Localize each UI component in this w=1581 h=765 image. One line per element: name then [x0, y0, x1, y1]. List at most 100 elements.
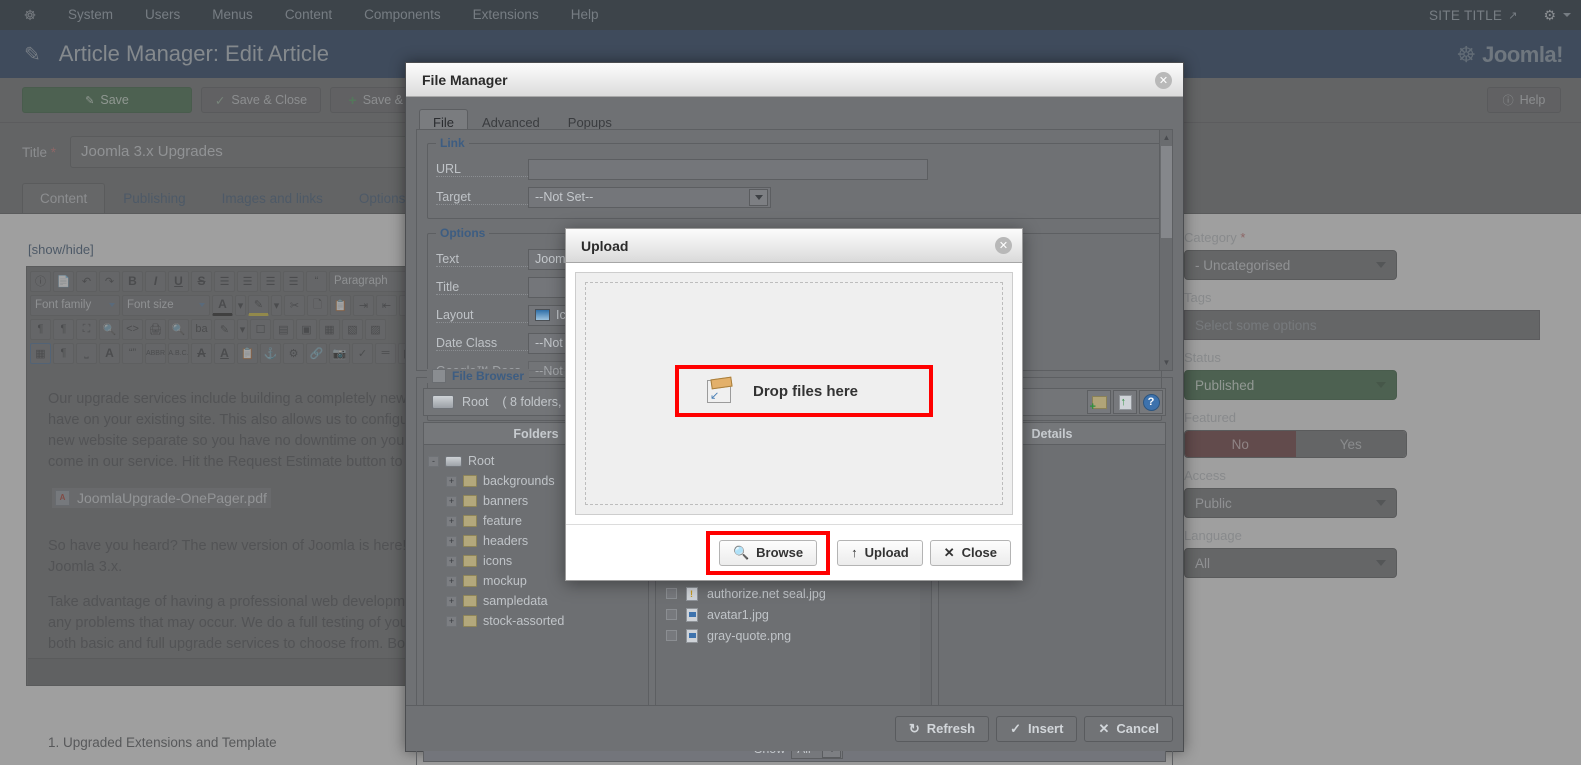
row-checkbox[interactable] [666, 609, 677, 620]
list-item[interactable]: gray-quote.png [656, 625, 920, 646]
source-code-icon[interactable]: <> [122, 318, 143, 340]
tree-node-sampledata[interactable]: + sampledata [428, 591, 644, 611]
category-select[interactable]: - Uncategorised [1184, 250, 1397, 280]
image-icon[interactable]: 📷 [329, 342, 350, 364]
font-size-select[interactable]: Font size [122, 294, 210, 316]
expand-icon[interactable]: + [446, 575, 457, 587]
fullscreen-icon[interactable]: ⛶ [76, 318, 97, 340]
paste-icon[interactable]: 📋 [330, 294, 351, 316]
chevron-down-icon[interactable]: ▾ [237, 318, 248, 340]
upload-button[interactable]: ↑ Upload [837, 539, 923, 566]
close-icon[interactable]: ✕ [1155, 72, 1172, 89]
target-select[interactable]: --Not Set-- [528, 186, 771, 208]
chevron-down-icon[interactable]: ▾ [235, 294, 246, 316]
help-icon[interactable]: ⓘ [30, 270, 51, 292]
chevron-down-icon[interactable] [749, 188, 768, 206]
menu-item-content[interactable]: Content [269, 0, 348, 30]
underline-icon[interactable]: U [168, 270, 189, 292]
table-row-icon[interactable]: ▤ [273, 318, 294, 340]
replace-icon[interactable]: ba [191, 318, 212, 340]
close-icon[interactable]: ✕ [995, 237, 1012, 254]
expand-icon[interactable]: + [446, 475, 457, 487]
list-item[interactable]: avatar1.jpg [656, 604, 920, 625]
acronym-icon[interactable]: A.B.C. [168, 342, 189, 364]
abbr-icon[interactable]: ABBR [145, 342, 166, 364]
expand-icon[interactable]: + [446, 555, 457, 567]
cut-icon[interactable]: ✂ [284, 294, 305, 316]
table-insert-col-icon[interactable]: ▧ [342, 318, 363, 340]
align-justify-icon[interactable]: ☰ [214, 270, 235, 292]
font-style-icon[interactable]: A [99, 342, 120, 364]
expand-icon[interactable]: + [446, 595, 457, 607]
redo-icon[interactable]: ↷ [99, 270, 120, 292]
chevron-down-icon[interactable]: ▼ [1161, 356, 1172, 369]
site-title-link[interactable]: SITE TITLE [1429, 8, 1502, 23]
help-button[interactable]: ⓘ Help [1487, 87, 1561, 113]
expand-icon[interactable]: + [446, 535, 457, 547]
new-document-icon[interactable]: 📄 [53, 270, 74, 292]
cancel-button[interactable]: ✕ Cancel [1084, 715, 1173, 742]
undo-icon[interactable]: ↶ [76, 270, 97, 292]
featured-yes-button[interactable]: Yes [1295, 431, 1406, 457]
edit-image-icon[interactable]: ✎ [214, 318, 235, 340]
unlink-icon[interactable]: ⚙ [283, 342, 304, 364]
strikethrough-icon[interactable]: S [191, 270, 212, 292]
row-checkbox[interactable] [666, 588, 677, 599]
table-delete-row-icon[interactable]: ▨ [365, 318, 386, 340]
align-center-icon[interactable]: ☰ [237, 270, 258, 292]
template-icon[interactable]: 📋 [237, 342, 258, 364]
table-cell-icon[interactable]: ▣ [296, 318, 317, 340]
status-select[interactable]: Published [1184, 370, 1397, 400]
visual-blocks-icon[interactable]: ▦ [30, 342, 51, 364]
pilcrow-icon[interactable]: ¶ [53, 342, 74, 364]
horizontal-rule-icon[interactable]: ═ [375, 342, 396, 364]
drop-files-here-target[interactable]: Drop files here [675, 365, 933, 417]
menu-item-help[interactable]: Help [555, 0, 615, 30]
file-manager-titlebar[interactable]: File Manager ✕ [406, 63, 1183, 97]
italic-icon[interactable]: I [145, 270, 166, 292]
menu-item-menus[interactable]: Menus [196, 0, 269, 30]
spellcheck-icon[interactable]: ✓ [352, 342, 373, 364]
menu-item-system[interactable]: System [52, 0, 129, 30]
ins-icon[interactable]: A [214, 342, 235, 364]
preview-icon[interactable]: 🔍 [99, 318, 120, 340]
tab-publishing[interactable]: Publishing [105, 183, 203, 213]
chevron-down-icon[interactable]: ▾ [271, 294, 282, 316]
close-button[interactable]: ✕ Close [929, 539, 1011, 566]
upload-dialog-titlebar[interactable]: Upload ✕ [566, 229, 1022, 263]
expand-icon[interactable]: + [446, 495, 457, 507]
collapse-icon[interactable]: - [428, 455, 439, 467]
remove-table-icon[interactable]: ☐ [250, 318, 271, 340]
expand-icon[interactable]: + [446, 615, 457, 627]
url-input[interactable] [528, 158, 928, 180]
indent-icon[interactable]: ⇥ [353, 294, 374, 316]
insert-button[interactable]: ✓ Insert [996, 715, 1078, 742]
external-link-icon[interactable]: ↗ [1508, 9, 1517, 22]
browse-button[interactable]: 🔍 Browse [718, 539, 818, 566]
bold-icon[interactable]: B [122, 270, 143, 292]
tab-content[interactable]: Content [22, 183, 106, 213]
form-scrollbar[interactable]: ▲ ▼ [1159, 130, 1172, 370]
form-scroll-thumb[interactable] [1161, 146, 1172, 238]
search-icon[interactable]: 🔍 [168, 318, 189, 340]
text-color-icon[interactable]: A [212, 294, 233, 316]
row-checkbox[interactable] [666, 630, 677, 641]
block-format-select[interactable]: Paragraph [329, 270, 417, 292]
copy-icon[interactable]: 🗋 [307, 294, 328, 316]
save-button[interactable]: ✎ Save [22, 87, 192, 113]
tags-input[interactable]: Select some options [1184, 310, 1540, 340]
expand-icon[interactable]: + [446, 515, 457, 527]
joomla-logo-icon[interactable]: ☸ [22, 7, 38, 23]
refresh-button[interactable]: ↻ Refresh [894, 715, 990, 742]
save-and-close-button[interactable]: ✓ Save & Close [201, 87, 321, 113]
upload-file-icon[interactable] [1113, 390, 1137, 414]
pdf-attachment-chip[interactable]: A JoomlaUpgrade-OnePager.pdf [52, 487, 271, 508]
featured-no-button[interactable]: No [1185, 431, 1296, 457]
highlight-color-icon[interactable]: ✎ [248, 294, 269, 316]
help-icon[interactable]: ? [1139, 390, 1163, 414]
anchor-icon[interactable]: ⚓ [260, 342, 281, 364]
blockquote-icon[interactable]: “ [306, 270, 327, 292]
del-icon[interactable]: A [191, 342, 212, 364]
tree-node-stock-assorted[interactable]: + stock-assorted [428, 611, 644, 631]
menu-item-users[interactable]: Users [129, 0, 196, 30]
